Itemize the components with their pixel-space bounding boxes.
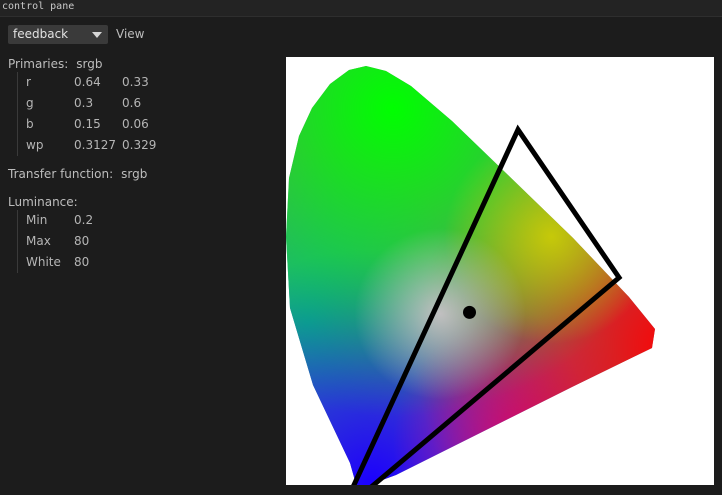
- primaries-value: srgb: [76, 57, 103, 71]
- luminance-name: Min: [26, 213, 48, 227]
- primary-x[interactable]: 0.15: [74, 117, 101, 131]
- luminance-name: Max: [26, 234, 51, 248]
- primary-name: b: [26, 117, 34, 131]
- primary-x[interactable]: 0.3: [74, 96, 93, 110]
- primary-y[interactable]: 0.6: [122, 96, 141, 110]
- luminance-group: Min 0.2 Max 80 White 80: [17, 210, 93, 273]
- title-bar: control pane: [0, 0, 722, 17]
- luminance-heading: Luminance:: [8, 195, 78, 209]
- primaries-label: Primaries:: [8, 57, 69, 71]
- chevron-down-icon: [92, 32, 102, 38]
- luminance-label: Luminance:: [8, 195, 78, 209]
- primary-y[interactable]: 0.33: [122, 75, 149, 89]
- primary-name: r: [26, 75, 31, 89]
- view-label: View: [116, 27, 145, 41]
- chromaticity-svg: [286, 66, 655, 485]
- primary-x[interactable]: 0.64: [74, 75, 101, 89]
- primary-y[interactable]: 0.329: [122, 138, 156, 152]
- mode-select[interactable]: feedback: [8, 25, 108, 44]
- chromaticity-diagram: [286, 57, 714, 485]
- primary-name: wp: [26, 138, 44, 152]
- transfer-function-value[interactable]: srgb: [121, 167, 147, 181]
- luminance-value[interactable]: 80: [74, 255, 89, 269]
- luminance-value[interactable]: 0.2: [74, 213, 93, 227]
- primary-x[interactable]: 0.3127: [74, 138, 116, 152]
- white-point-marker: [463, 305, 476, 319]
- luminance-value[interactable]: 80: [74, 234, 89, 248]
- transfer-function-heading: Transfer function: srgb: [8, 167, 147, 181]
- mode-select-value: feedback: [13, 27, 69, 41]
- primary-name: g: [26, 96, 34, 110]
- spectral-locus: [286, 66, 655, 485]
- luminance-name: White: [26, 255, 61, 269]
- window-title: control pane: [2, 1, 75, 12]
- transfer-function-label: Transfer function:: [8, 167, 114, 181]
- primary-y[interactable]: 0.06: [122, 117, 149, 131]
- primaries-heading: Primaries: srgb: [8, 57, 103, 71]
- primaries-group: r 0.64 0.33 g 0.3 0.6 b 0.15 0.06 wp 0.3…: [17, 72, 156, 156]
